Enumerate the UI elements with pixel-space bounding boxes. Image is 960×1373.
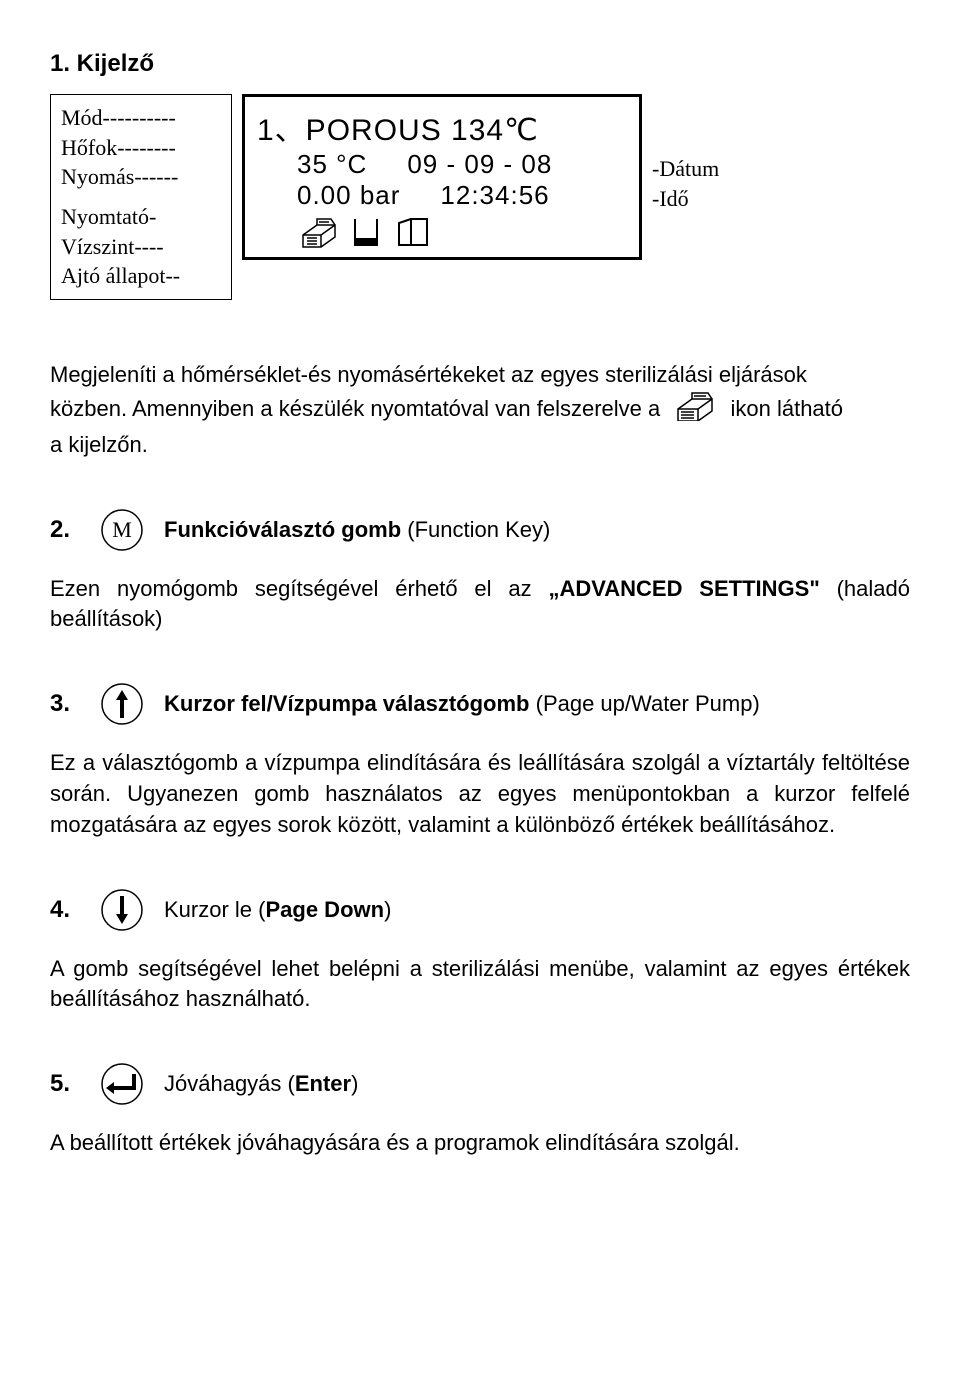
label-pressure: Nyomás------ — [61, 162, 221, 192]
lcd-display: 1、POROUS 134℃ 35 °C 09 - 09 - 08 0.00 ba… — [242, 94, 642, 260]
section-3-title-rest: (Page up/Water Pump) — [530, 691, 760, 716]
section-4-title-pre: Kurzor le ( — [164, 897, 265, 922]
label-waterlevel: Vízszint---- — [61, 232, 221, 262]
section-5-title-bold: Enter — [295, 1071, 351, 1096]
section-2-num: 2. — [50, 516, 80, 544]
section-4-title-post: ) — [384, 897, 391, 922]
label-printer: Nyomtató- — [61, 202, 221, 232]
section-4-title-bold: Page Down — [265, 897, 384, 922]
printer-icon — [297, 215, 339, 249]
arrow-down-button-icon — [98, 886, 146, 934]
door-icon — [393, 215, 431, 249]
label-mode: Mód---------- — [61, 103, 221, 133]
label-time: -Idő — [652, 184, 719, 214]
section-2-title-bold: Funkcióválasztó gomb — [164, 517, 401, 542]
display-overview-row: Mód---------- Hőfok-------- Nyomás------… — [50, 94, 910, 300]
section-2-title-rest: (Function Key) — [401, 517, 550, 542]
section-5-title-pre: Jóváhagyás ( — [164, 1071, 295, 1096]
display-temp: 35 °C — [297, 149, 367, 180]
m-button-icon: M — [98, 506, 146, 554]
enter-button-icon — [98, 1060, 146, 1108]
section-3-title: Kurzor fel/Vízpumpa választógomb (Page u… — [164, 691, 760, 717]
section-5-num: 5. — [50, 1070, 80, 1098]
label-date: -Dátum — [652, 154, 719, 184]
section-4-title: Kurzor le (Page Down) — [164, 897, 391, 923]
arrow-up-button-icon — [98, 680, 146, 728]
section-4-num: 4. — [50, 896, 80, 924]
section-3-header: 3. Kurzor fel/Vízpumpa választógomb (Pag… — [50, 680, 910, 728]
para1-line3: a kijelzőn. — [50, 432, 148, 457]
display-pressure: 0.00 bar — [297, 180, 400, 211]
right-labels: -Dátum -Idő — [652, 154, 719, 213]
paragraph-5: A beállított értékek jóváhagyására és a … — [50, 1128, 910, 1159]
section-2-title: Funkcióválasztó gomb (Function Key) — [164, 517, 550, 543]
para2-a: Ezen nyomógomb segítségével érhető el az — [50, 576, 548, 601]
water-level-icon — [349, 215, 383, 249]
section-5-title-post: ) — [351, 1071, 358, 1096]
display-line1: 1、POROUS 134℃ — [257, 105, 627, 149]
section-5-title: Jóváhagyás (Enter) — [164, 1071, 358, 1097]
display-time: 12:34:56 — [440, 180, 549, 211]
paragraph-3: Ez a választógomb a vízpumpa elindításár… — [50, 748, 910, 840]
para1-line2-post: ikon látható — [730, 396, 843, 421]
heading-1: 1. Kijelző — [50, 50, 910, 78]
para2-b: „ADVANCED SETTINGS" — [548, 576, 819, 601]
section-2-header: 2. M Funkcióválasztó gomb (Function Key) — [50, 506, 910, 554]
label-door: Ajtó állapot-- — [61, 261, 221, 291]
paragraph-2: Ezen nyomógomb segítségével érhető el az… — [50, 574, 910, 636]
paragraph-1: Megjeleníti a hőmérséklet-és nyomásérték… — [50, 360, 910, 460]
para1-line1: Megjeleníti a hőmérséklet-és nyomásérték… — [50, 362, 807, 387]
printer-icon-inline — [672, 391, 718, 430]
svg-text:M: M — [112, 517, 132, 542]
paragraph-4: A gomb segítségével lehet belépni a ster… — [50, 954, 910, 1016]
display-date: 09 - 09 - 08 — [407, 149, 552, 180]
section-4-header: 4. Kurzor le (Page Down) — [50, 886, 910, 934]
left-labels-box: Mód---------- Hőfok-------- Nyomás------… — [50, 94, 232, 300]
label-temp: Hőfok-------- — [61, 133, 221, 163]
para1-line2-pre: közben. Amennyiben a készülék nyomtatóva… — [50, 396, 660, 421]
section-3-num: 3. — [50, 690, 80, 718]
section-3-title-bold: Kurzor fel/Vízpumpa választógomb — [164, 691, 530, 716]
section-5-header: 5. Jóváhagyás (Enter) — [50, 1060, 910, 1108]
